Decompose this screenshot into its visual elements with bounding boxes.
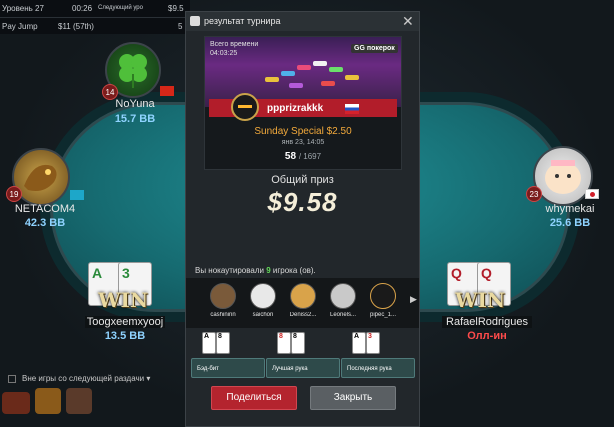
seat-stack: 42.3 BB xyxy=(24,217,66,229)
russia-flag-icon xyxy=(345,104,359,114)
scroll-right-icon[interactable]: ▶ xyxy=(410,294,417,305)
close-button[interactable]: Закрыть xyxy=(310,386,396,410)
seat-stack: 25.6 BB xyxy=(549,217,591,229)
next-level-value: $9.5 xyxy=(168,4,184,13)
seat-name: NETACOM4 xyxy=(14,203,76,215)
knocked-out-player: pipec_1... xyxy=(363,283,403,318)
avatar[interactable] xyxy=(533,146,593,206)
time-label: Всего времени xyxy=(210,41,259,48)
prize-value: $9.58 xyxy=(267,187,338,217)
emote-icon[interactable] xyxy=(2,392,30,414)
dragon-icon xyxy=(24,164,57,191)
kazakhstan-flag-icon xyxy=(70,190,84,200)
app-logo-icon xyxy=(190,16,200,26)
tournament-info-bar: Уровень 27 00:26 Следующий уро $9.5 Pay … xyxy=(0,0,190,34)
player-level-badge: 19 xyxy=(6,186,22,202)
chevron-down-icon: ▾ xyxy=(146,374,151,383)
emote-icon[interactable] xyxy=(66,388,92,414)
player-avatar xyxy=(231,93,259,121)
seat-name: Toogxeemxyooj xyxy=(85,316,165,328)
japan-flag-icon xyxy=(585,189,599,199)
dialog-title: результат турнира xyxy=(204,16,281,26)
game-extra: 5 xyxy=(178,22,183,31)
event-name: Sunday Special $2.50 xyxy=(254,126,352,137)
sit-out-checkbox[interactable] xyxy=(8,375,16,383)
hand-card: 8 xyxy=(216,332,230,354)
tournament-banner: Всего времени 04:03:25 GG покерок pppriz… xyxy=(204,36,402,170)
player-name: ppprizrakkk xyxy=(267,103,324,114)
tournament-result-dialog: результат турнира ✕ Всего времени 04:03:… xyxy=(185,11,420,427)
hand-card: A xyxy=(202,332,216,354)
event-date: янв 23, 14:05 xyxy=(281,139,325,146)
share-button[interactable]: Поделиться xyxy=(211,386,297,410)
knockout-summary: Вы нокаутировали 9 игрока (ов). xyxy=(195,266,316,275)
seat-name: NoYuna xyxy=(115,98,155,110)
knocked-out-player: cashininn xyxy=(203,283,243,318)
last-hand-button[interactable]: Последняя рука xyxy=(341,358,415,378)
hand-card: 3 xyxy=(366,332,380,354)
win-label: WIN xyxy=(455,288,506,312)
cartoon-face-icon xyxy=(545,160,581,194)
time-value: 04:03:25 xyxy=(210,50,238,57)
seat-name: RafaelRodrigues xyxy=(442,316,532,328)
level-label: Уровень 27 xyxy=(2,4,44,13)
knocked-out-player: saichon xyxy=(243,283,283,318)
bad-beat-button[interactable]: Бэд-бит xyxy=(191,358,265,378)
player-level-badge: 23 xyxy=(526,186,542,202)
close-icon[interactable]: ✕ xyxy=(402,13,414,30)
prize-label: Общий приз xyxy=(271,174,334,186)
seat-stack-allin: Олл-ин xyxy=(467,330,507,342)
next-level-label: Следующий уро xyxy=(98,5,143,11)
gg-logo: GG покерок xyxy=(351,44,398,53)
win-label: WIN xyxy=(98,288,149,312)
finish-place: 58 / 1697 xyxy=(284,151,322,162)
knocked-out-player: Deniss2... xyxy=(283,283,323,318)
seat-name: whymekai xyxy=(545,203,595,215)
knocked-out-players-list: cashininn saichon Deniss2... Leonels... … xyxy=(186,278,419,328)
game-value: $11 (57th) xyxy=(58,22,94,31)
level-timer: 00:26 xyxy=(72,4,93,13)
hand-card: 8 xyxy=(277,332,291,354)
china-flag-icon xyxy=(160,86,174,96)
hand-card: 8 xyxy=(291,332,305,354)
hand-card: A xyxy=(352,332,366,354)
knocked-out-player: Leonels... xyxy=(323,283,363,318)
seat-stack: 13.5 BB xyxy=(104,330,146,342)
dialog-header: результат турнира ✕ xyxy=(186,12,419,31)
best-hand-button[interactable]: Лучшая рука xyxy=(266,358,340,378)
sit-out-label[interactable]: Вне игры со следующей раздачи ▾ xyxy=(22,374,150,383)
emote-icon[interactable] xyxy=(35,388,61,414)
game-label: Pay Jump xyxy=(2,22,38,31)
seat-stack: 15.7 BB xyxy=(114,113,156,125)
